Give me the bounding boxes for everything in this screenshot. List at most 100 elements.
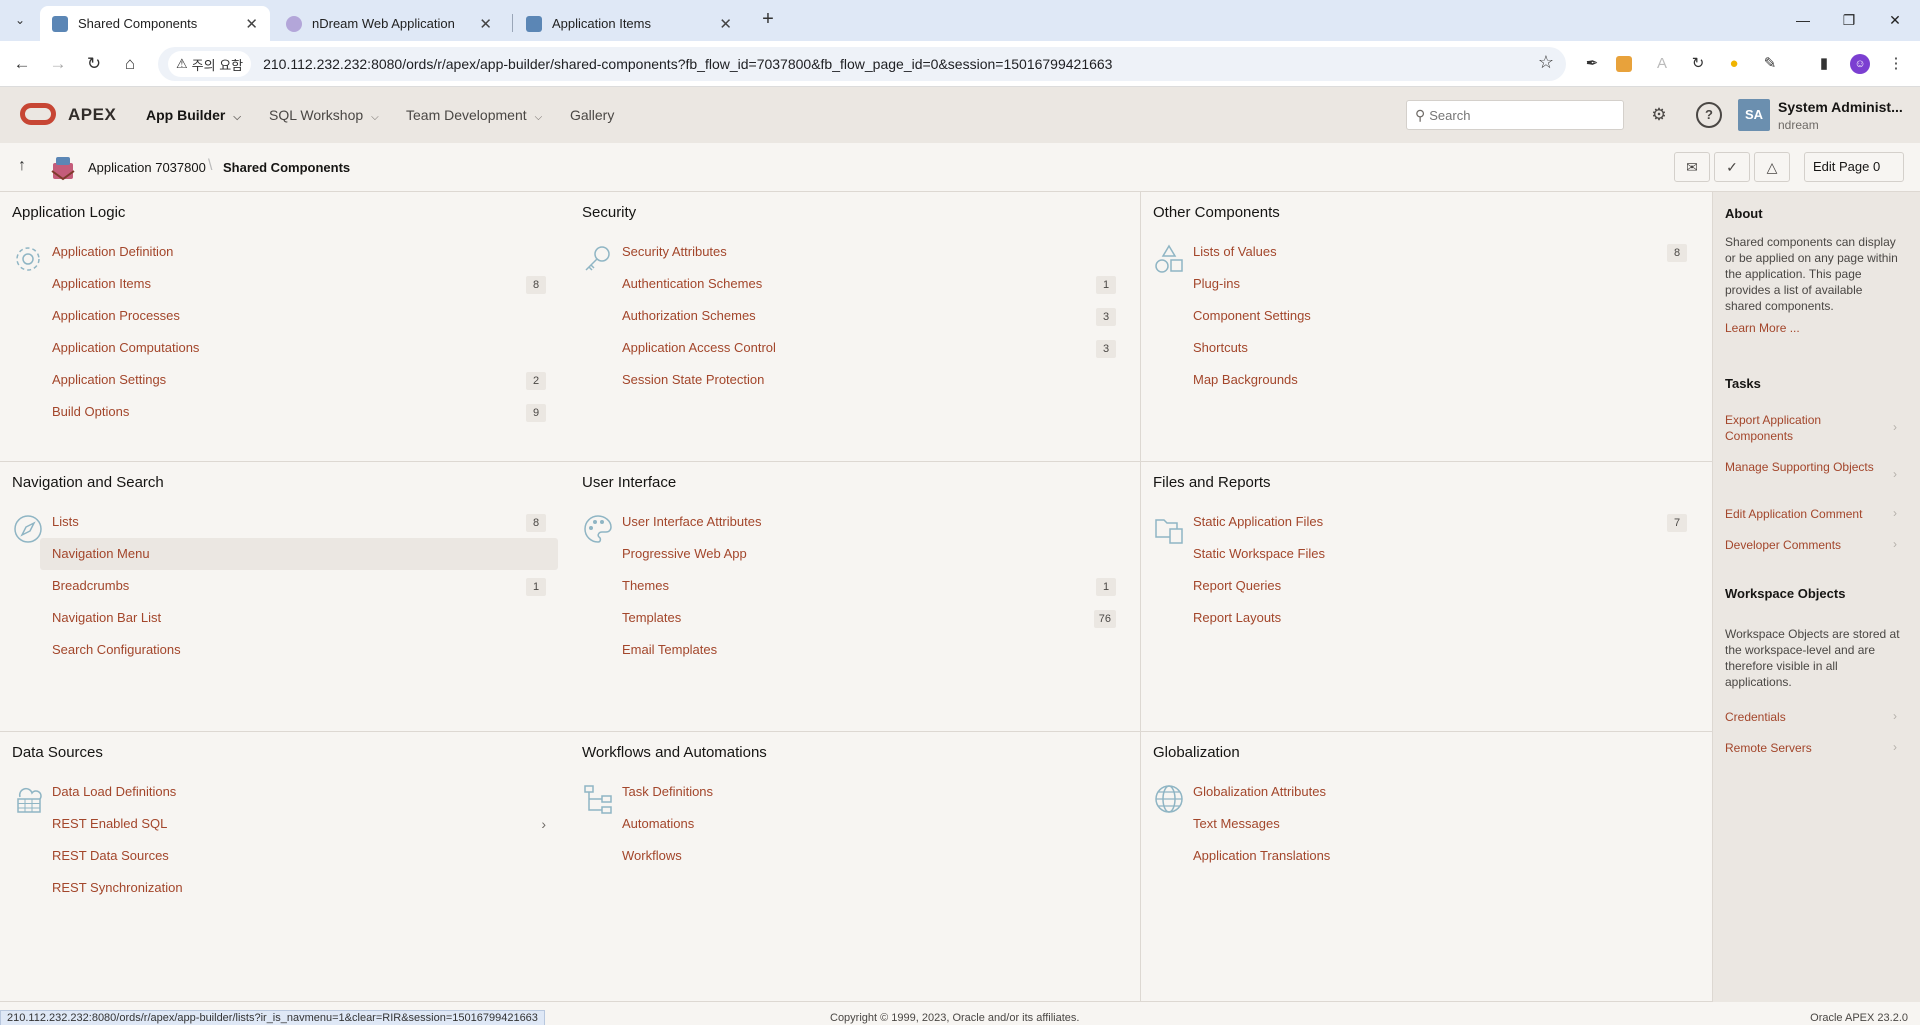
extension-refresh-icon[interactable]: ↻	[1688, 54, 1708, 74]
close-icon[interactable]: ✕	[719, 15, 732, 33]
breadcrumb-application[interactable]: Application 7037800	[88, 160, 206, 175]
up-arrow-icon[interactable]: ↑	[18, 157, 26, 175]
search-field[interactable]: ⚲	[1406, 100, 1624, 130]
task-manage-supporting-objects[interactable]: Manage Supporting Objects	[1725, 459, 1875, 475]
link-application-computations[interactable]: Application Computations	[40, 332, 558, 364]
link-label: Security Attributes	[622, 244, 727, 259]
browser-tab-shared-components[interactable]: Shared Components ✕	[40, 6, 270, 41]
link-component-settings[interactable]: Component Settings	[1181, 300, 1699, 332]
link-session-state-protection[interactable]: Session State Protection	[610, 364, 1128, 396]
menu-app-builder[interactable]: App Builder ⌵	[146, 107, 241, 123]
shared-shapes-icon[interactable]: △	[1754, 152, 1790, 182]
link-label: Lists of Values	[1193, 244, 1277, 259]
home-icon[interactable]: ⌂	[116, 50, 144, 78]
browser-menu-icon[interactable]: ⋮	[1886, 54, 1906, 74]
avatar[interactable]: SA	[1738, 99, 1770, 131]
profile-avatar-icon[interactable]: ☺	[1850, 54, 1870, 74]
address-bar[interactable]: ⚠ 주의 요함 210.112.232.232:8080/ords/r/apex…	[158, 47, 1566, 81]
link-workflows[interactable]: Workflows	[610, 840, 1128, 872]
learn-more-link[interactable]: Learn More ...	[1725, 320, 1905, 336]
link-templates[interactable]: Templates 76	[610, 602, 1128, 634]
link-globalization-attributes[interactable]: Globalization Attributes	[1181, 776, 1699, 808]
remote-servers-link[interactable]: Remote Servers	[1725, 740, 1905, 756]
minimize-icon[interactable]: —	[1780, 6, 1826, 34]
link-application-access-control[interactable]: Application Access Control 3	[610, 332, 1128, 364]
side-panel-icon[interactable]: ▮	[1814, 54, 1834, 74]
apex-logo-text[interactable]: APEX	[68, 105, 116, 125]
link-static-workspace-files[interactable]: Static Workspace Files	[1181, 538, 1699, 570]
forward-arrow-icon[interactable]: →	[44, 50, 72, 78]
link-plug-ins[interactable]: Plug-ins	[1181, 268, 1699, 300]
link-static-application-files[interactable]: Static Application Files 7	[1181, 506, 1699, 538]
link-user-interface-attributes[interactable]: User Interface Attributes	[610, 506, 1128, 538]
menu-team-development[interactable]: Team Development ⌵	[406, 107, 542, 123]
extension-a-icon[interactable]: A	[1652, 54, 1672, 74]
task-developer-comments[interactable]: Developer Comments	[1725, 537, 1905, 553]
reload-icon[interactable]: ↻	[80, 50, 108, 78]
link-security-attributes[interactable]: Security Attributes	[610, 236, 1128, 268]
link-progressive-web-app[interactable]: Progressive Web App	[610, 538, 1128, 570]
link-shortcuts[interactable]: Shortcuts	[1181, 332, 1699, 364]
url-text[interactable]: 210.112.232.232:8080/ords/r/apex/app-bui…	[263, 56, 1112, 72]
link-task-definitions[interactable]: Task Definitions	[610, 776, 1128, 808]
comment-icon[interactable]: ✉	[1674, 152, 1710, 182]
link-themes[interactable]: Themes 1	[610, 570, 1128, 602]
link-lists-of-values[interactable]: Lists of Values 8	[1181, 236, 1699, 268]
new-tab-plus-icon[interactable]: +	[756, 8, 780, 32]
link-data-load-definitions[interactable]: Data Load Definitions	[40, 776, 558, 808]
task-edit-application-comment[interactable]: Edit Application Comment	[1725, 506, 1905, 522]
link-email-templates[interactable]: Email Templates	[610, 634, 1128, 666]
link-text-messages[interactable]: Text Messages	[1181, 808, 1699, 840]
link-application-items[interactable]: Application Items 8	[40, 268, 558, 300]
restore-icon[interactable]: ❐	[1826, 6, 1872, 34]
tag-icon[interactable]: ✓	[1714, 152, 1750, 182]
link-navigation-bar-list[interactable]: Navigation Bar List	[40, 602, 558, 634]
link-automations[interactable]: Automations	[610, 808, 1128, 840]
security-warning-chip[interactable]: ⚠ 주의 요함	[168, 51, 252, 77]
link-rest-synchronization[interactable]: REST Synchronization	[40, 872, 558, 904]
window-close-icon[interactable]: ✕	[1872, 6, 1918, 34]
link-navigation-menu[interactable]: Navigation Menu	[40, 538, 558, 570]
link-application-processes[interactable]: Application Processes	[40, 300, 558, 332]
extensions-puzzle-icon[interactable]: ✎	[1760, 54, 1780, 74]
search-input[interactable]	[1429, 107, 1610, 123]
user-name[interactable]: System Administ...	[1778, 99, 1908, 115]
menu-gallery[interactable]: Gallery	[570, 107, 614, 123]
link-label: Globalization Attributes	[1193, 784, 1326, 799]
browser-tab-application-items[interactable]: Application Items ✕	[514, 6, 744, 41]
link-search-configurations[interactable]: Search Configurations	[40, 634, 558, 666]
eyedropper-extension-icon[interactable]: ✒	[1582, 54, 1602, 74]
link-application-translations[interactable]: Application Translations	[1181, 840, 1699, 872]
link-authorization-schemes[interactable]: Authorization Schemes 3	[610, 300, 1128, 332]
about-heading: About	[1725, 206, 1763, 221]
edit-page-button[interactable]: Edit Page 0	[1804, 152, 1904, 182]
link-report-layouts[interactable]: Report Layouts	[1181, 602, 1699, 634]
link-authentication-schemes[interactable]: Authentication Schemes 1	[610, 268, 1128, 300]
link-application-definition[interactable]: Application Definition	[40, 236, 558, 268]
administration-user-wrench-icon[interactable]: ⚙	[1646, 102, 1672, 128]
close-icon[interactable]: ✕	[479, 15, 492, 33]
bookmark-star-icon[interactable]: ☆	[1538, 52, 1554, 73]
link-map-backgrounds[interactable]: Map Backgrounds	[1181, 364, 1699, 396]
close-icon[interactable]: ✕	[245, 15, 258, 33]
chevron-right-icon[interactable]: ›	[541, 808, 546, 840]
oracle-logo-icon[interactable]	[20, 103, 56, 125]
browser-tab-ndream[interactable]: nDream Web Application ✕	[274, 6, 504, 41]
menu-sql-workshop[interactable]: SQL Workshop ⌵	[269, 107, 379, 123]
application-icon[interactable]	[48, 153, 78, 183]
link-rest-data-sources[interactable]: REST Data Sources	[40, 840, 558, 872]
back-arrow-icon[interactable]: ←	[8, 50, 36, 78]
copyright: Copyright © 1999, 2023, Oracle and/or it…	[830, 1012, 1080, 1024]
tab-list-chevron-icon[interactable]: ⌄	[8, 8, 32, 32]
link-breadcrumbs[interactable]: Breadcrumbs 1	[40, 570, 558, 602]
link-build-options[interactable]: Build Options 9	[40, 396, 558, 428]
link-rest-enabled-sql[interactable]: REST Enabled SQL ›	[40, 808, 558, 840]
extension-orange-icon[interactable]	[1616, 56, 1632, 72]
task-export-application-components[interactable]: Export Application Components	[1725, 412, 1875, 444]
link-application-settings[interactable]: Application Settings 2	[40, 364, 558, 396]
link-report-queries[interactable]: Report Queries	[1181, 570, 1699, 602]
extension-coin-icon[interactable]: ●	[1724, 54, 1744, 74]
link-lists[interactable]: Lists 8	[40, 506, 558, 538]
credentials-link[interactable]: Credentials	[1725, 709, 1905, 725]
help-question-icon[interactable]: ?	[1696, 102, 1722, 128]
